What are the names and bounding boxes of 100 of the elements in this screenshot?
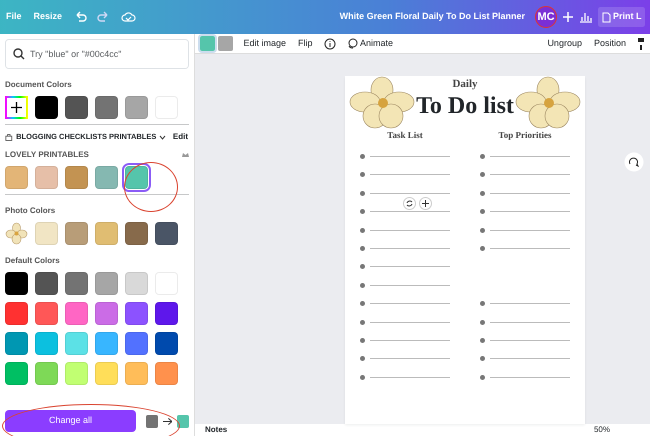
- bullet-dot: [360, 246, 365, 252]
- color-chip[interactable]: [200, 36, 215, 51]
- bullet-dot: [480, 301, 485, 306]
- color-swatch[interactable]: [95, 302, 118, 325]
- bullet-dot: [360, 209, 365, 214]
- position-button[interactable]: Position: [592, 36, 627, 52]
- bullet-dot: [480, 209, 485, 214]
- color-swatch[interactable]: [125, 362, 148, 385]
- move-icon[interactable]: [418, 197, 432, 210]
- flower-drawing: [513, 76, 583, 131]
- color-swatch[interactable]: [95, 332, 118, 355]
- color-swatch[interactable]: [155, 362, 178, 385]
- color-swatch[interactable]: [125, 272, 148, 295]
- bullet-dot: [360, 374, 365, 380]
- color-swatch[interactable]: [125, 166, 148, 189]
- bullet-dot: [360, 264, 365, 270]
- notes-button[interactable]: Notes: [205, 424, 228, 436]
- color-swatch[interactable]: [5, 302, 28, 325]
- color-swatch[interactable]: [35, 362, 58, 385]
- bullet-dot: [480, 320, 485, 325]
- bullet-dot: [480, 374, 485, 380]
- section-label: Default Colors: [5, 255, 61, 267]
- add-color-button[interactable]: [5, 96, 28, 119]
- palette-label: LOVELY PRINTABLES: [5, 149, 89, 161]
- plus-icon[interactable]: [562, 11, 574, 23]
- bullet-dot: [360, 154, 365, 160]
- page-title: To Do list: [415, 92, 515, 119]
- bullet-dot: [480, 338, 485, 343]
- color-swatch[interactable]: [65, 96, 88, 119]
- color-swatch[interactable]: [5, 362, 28, 385]
- bullet-dot: [360, 190, 365, 196]
- section-label: Photo Colors: [5, 205, 56, 217]
- bar-chart-icon[interactable]: [579, 11, 593, 23]
- bullet-dot: [480, 228, 485, 233]
- flower-thumbnail-icon: [5, 222, 28, 245]
- plus-icon: [11, 102, 22, 113]
- color-chip[interactable]: [218, 36, 232, 51]
- color-swatch[interactable]: [65, 272, 88, 295]
- bullet-dot: [360, 356, 365, 362]
- flip-button[interactable]: Flip: [297, 36, 314, 52]
- bullet-dot: [360, 301, 365, 306]
- bullet-dot: [360, 228, 365, 233]
- color-swatch[interactable]: [125, 332, 148, 355]
- color-swatch[interactable]: [125, 222, 148, 245]
- color-swatch[interactable]: [5, 272, 28, 295]
- color-swatch[interactable]: [65, 222, 88, 245]
- avatar: MC: [535, 6, 557, 28]
- cloud-check-icon: [121, 10, 138, 24]
- bullet-dot: [480, 154, 485, 160]
- rotate-icon[interactable]: [403, 197, 416, 210]
- arrow-icon: [162, 416, 172, 426]
- search-field[interactable]: Try "blue" or "#00c4cc": [5, 39, 189, 69]
- color-swatch[interactable]: [155, 332, 178, 355]
- color-swatch[interactable]: [155, 222, 178, 245]
- search-icon: [13, 48, 25, 60]
- color-swatch[interactable]: [65, 166, 88, 189]
- color-swatch[interactable]: [35, 302, 58, 325]
- color-swatch[interactable]: [65, 362, 88, 385]
- animate-button[interactable]: Animate: [346, 36, 394, 52]
- caret-icon: [158, 134, 166, 140]
- color-swatch[interactable]: [95, 362, 118, 385]
- flower-drawing: [347, 76, 417, 131]
- color-swatch[interactable]: [35, 272, 58, 295]
- color-swatch[interactable]: [125, 96, 148, 119]
- color-swatch[interactable]: [5, 332, 28, 355]
- color-swatch[interactable]: [65, 332, 88, 355]
- document-icon: [602, 12, 610, 22]
- color-swatch[interactable]: [155, 302, 178, 325]
- bullet-dot: [480, 246, 485, 252]
- info-icon[interactable]: [324, 38, 336, 50]
- bullet-dot: [360, 338, 365, 343]
- color-swatch[interactable]: [95, 222, 118, 245]
- color-swatch[interactable]: [65, 302, 88, 325]
- column-heading: Top Priorities: [498, 128, 552, 142]
- change-all-button[interactable]: Change all: [5, 410, 136, 432]
- animate-icon: [346, 38, 358, 49]
- edit-image-button[interactable]: Edit image: [242, 36, 288, 52]
- color-swatch[interactable]: [95, 272, 118, 295]
- bullet-dot: [480, 356, 485, 362]
- bullet-dot: [360, 282, 365, 288]
- color-swatch[interactable]: [125, 302, 148, 325]
- annotation-ellipse: [124, 162, 178, 212]
- bullet-dot: [480, 172, 485, 178]
- crown-icon: [182, 152, 189, 158]
- column-heading: Task List: [387, 128, 423, 142]
- color-swatch[interactable]: [35, 332, 58, 355]
- print-button[interactable]: Print L: [598, 6, 645, 28]
- section-label: Document Colors: [5, 79, 73, 91]
- color-swatch[interactable]: [95, 96, 118, 119]
- color-swatch[interactable]: [35, 96, 58, 119]
- bullet-dot: [360, 320, 365, 325]
- color-swatch[interactable]: [5, 166, 28, 189]
- color-swatch[interactable]: [35, 166, 58, 189]
- edit-link[interactable]: Edit: [172, 130, 189, 144]
- design-title: White Green Floral Daily To Do List Planner: [340, 10, 525, 24]
- ungroup-button[interactable]: Ungroup: [546, 36, 583, 52]
- color-swatch[interactable]: [95, 166, 118, 189]
- bullet-dot: [360, 172, 365, 178]
- page-subtitle: Daily: [452, 77, 478, 92]
- color-swatch[interactable]: [35, 222, 58, 245]
